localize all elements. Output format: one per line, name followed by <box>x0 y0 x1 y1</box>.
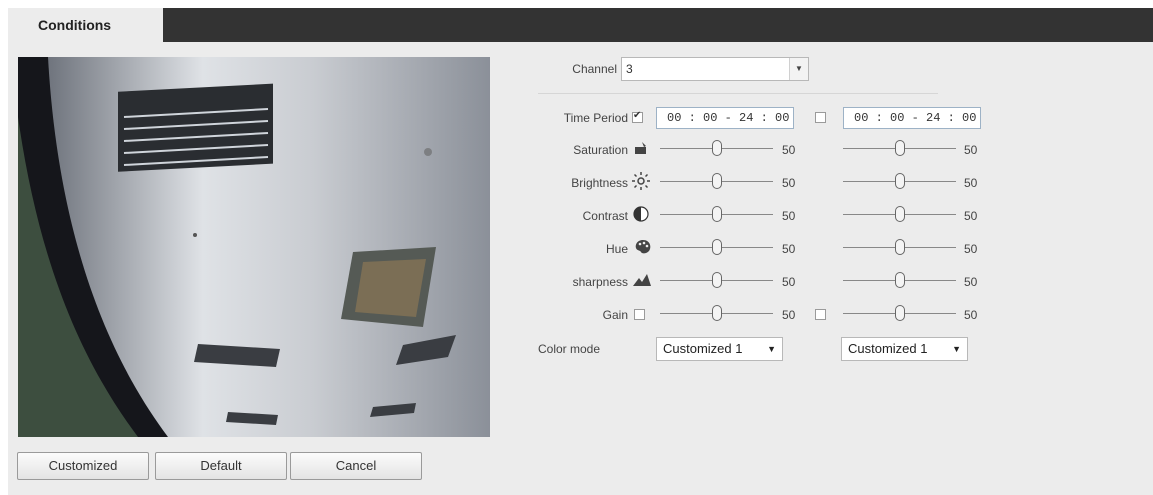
sharpness-label: sharpness <box>572 275 628 289</box>
hue-value-2: 50 <box>964 242 978 256</box>
caret-down-icon: ▼ <box>767 344 776 354</box>
sharpness-icon <box>633 274 651 286</box>
contrast-slider-1[interactable] <box>660 205 773 223</box>
tab-conditions[interactable]: Conditions <box>8 8 163 42</box>
saturation-slider-1[interactable] <box>660 139 773 157</box>
sharpness-value-2: 50 <box>964 275 978 289</box>
time-period-2-checkbox[interactable] <box>815 112 826 123</box>
gain-2-checkbox[interactable] <box>815 309 826 320</box>
brightness-slider-1[interactable] <box>660 172 773 190</box>
caret-down-icon: ▼ <box>952 344 961 354</box>
camera-preview <box>18 57 490 437</box>
gain-label: Gain <box>602 308 628 322</box>
contrast-value-1: 50 <box>782 209 796 223</box>
color-mode-select-1[interactable]: Customized 1 ▼ <box>656 337 783 361</box>
channel-select[interactable]: 3 ▼ <box>621 57 809 81</box>
contrast-value-2: 50 <box>964 209 978 223</box>
customized-button[interactable]: Customized <box>17 452 149 480</box>
saturation-label: Saturation <box>573 143 628 157</box>
contrast-icon <box>633 206 649 222</box>
tab-bar: Conditions <box>8 8 1153 42</box>
time-period-2-input[interactable]: 00 : 00 - 24 : 00 <box>843 107 981 129</box>
brightness-icon <box>632 172 650 190</box>
hue-value-1: 50 <box>782 242 796 256</box>
hue-slider-1[interactable] <box>660 238 773 256</box>
saturation-slider-2[interactable] <box>843 139 956 157</box>
color-mode-value-2: Customized 1 <box>848 341 928 356</box>
channel-value: 3 <box>626 62 633 76</box>
sharpness-slider-2[interactable] <box>843 271 956 289</box>
gain-value-2: 50 <box>964 308 978 322</box>
brightness-value-1: 50 <box>782 176 796 190</box>
saturation-value-1: 50 <box>782 143 796 157</box>
sharpness-value-1: 50 <box>782 275 796 289</box>
default-button[interactable]: Default <box>155 452 287 480</box>
time-period-label: Time Period <box>563 111 628 125</box>
color-mode-select-2[interactable]: Customized 1 ▼ <box>841 337 968 361</box>
saturation-value-2: 50 <box>964 143 978 157</box>
brightness-slider-2[interactable] <box>843 172 956 190</box>
contrast-label: Contrast <box>582 209 628 223</box>
gain-slider-1[interactable] <box>660 304 773 322</box>
brightness-value-2: 50 <box>964 176 978 190</box>
sharpness-slider-1[interactable] <box>660 271 773 289</box>
cancel-button[interactable]: Cancel <box>290 452 422 480</box>
channel-label: Channel <box>572 62 617 76</box>
time-period-1-input[interactable]: 00 : 00 - 24 : 00 <box>656 107 794 129</box>
gain-1-checkbox[interactable] <box>634 309 645 320</box>
time-period-1-checkbox[interactable] <box>632 110 643 123</box>
color-mode-label: Color mode <box>538 342 601 356</box>
color-mode-value-1: Customized 1 <box>663 341 743 356</box>
hue-palette-icon <box>635 240 651 254</box>
gain-value-1: 50 <box>782 308 796 322</box>
chevron-down-icon: ▼ <box>789 58 808 80</box>
hue-slider-2[interactable] <box>843 238 956 256</box>
gain-slider-2[interactable] <box>843 304 956 322</box>
contrast-slider-2[interactable] <box>843 205 956 223</box>
hue-label: Hue <box>605 242 628 256</box>
brightness-label: Brightness <box>571 176 628 190</box>
saturation-icon <box>635 142 646 154</box>
divider <box>538 93 938 94</box>
